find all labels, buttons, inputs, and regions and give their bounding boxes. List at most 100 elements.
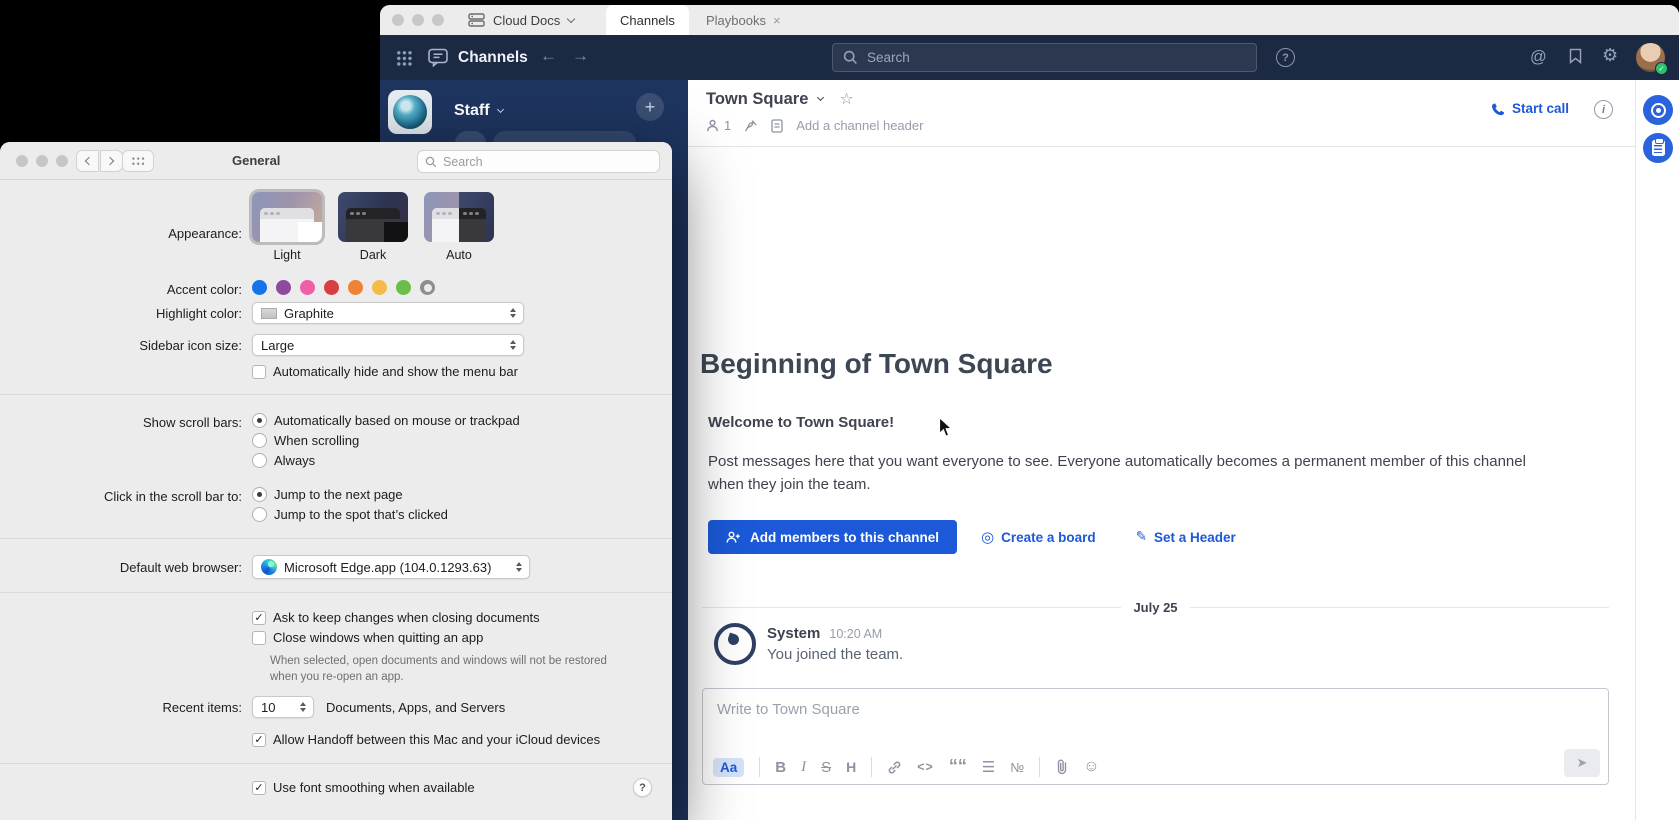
global-search-input[interactable]: Search xyxy=(832,43,1257,72)
emoji-icon[interactable]: ☺ xyxy=(1083,758,1099,776)
accent-pink-swatch[interactable] xyxy=(300,280,315,295)
team-icon[interactable] xyxy=(388,90,432,134)
sidebar-icon-size-select[interactable]: Large xyxy=(252,334,524,356)
mentions-icon[interactable]: @ xyxy=(1530,48,1547,67)
product-name: Channels xyxy=(458,49,528,67)
quote-icon[interactable]: ““ xyxy=(949,761,967,773)
saved-posts-icon[interactable] xyxy=(1569,48,1582,64)
code-icon[interactable]: <> xyxy=(917,760,934,774)
attachment-icon[interactable] xyxy=(1055,759,1068,775)
channel-name[interactable]: Town Square xyxy=(706,90,808,109)
playbooks-app-icon[interactable] xyxy=(1643,133,1673,163)
channel-files-icon[interactable] xyxy=(771,119,783,133)
show-all-button[interactable] xyxy=(122,150,154,172)
heading-icon[interactable]: H xyxy=(846,759,856,775)
boards-app-icon[interactable] xyxy=(1643,95,1673,125)
set-header-button[interactable]: ✎ Set a Header xyxy=(1136,529,1236,545)
post-author[interactable]: System xyxy=(767,625,820,642)
chevron-down-icon[interactable] xyxy=(817,94,824,101)
numbered-list-icon[interactable]: № xyxy=(1010,760,1024,775)
font-smoothing-checkbox[interactable] xyxy=(252,781,266,795)
back-button[interactable] xyxy=(76,150,99,172)
recent-items-value: 10 xyxy=(261,700,275,715)
target-icon xyxy=(1651,103,1666,118)
back-icon[interactable]: ← xyxy=(540,46,557,66)
close-tab-icon[interactable]: × xyxy=(773,13,781,28)
help-icon[interactable]: ? xyxy=(1276,48,1295,67)
scroll-always-radio[interactable] xyxy=(252,453,267,468)
forward-icon[interactable]: → xyxy=(572,46,589,66)
search-placeholder: Search xyxy=(443,155,483,169)
message-composer[interactable]: Write to Town Square Aa B I S H <> ““ ☰ … xyxy=(702,688,1609,785)
app-bar xyxy=(1635,80,1679,820)
appearance-light-option[interactable] xyxy=(252,192,322,242)
link-icon[interactable] xyxy=(887,760,902,775)
user-avatar[interactable]: ✓ xyxy=(1636,43,1665,72)
appearance-dark-option[interactable] xyxy=(338,192,408,242)
traffic-light-minimize[interactable] xyxy=(36,155,48,167)
server-dropdown[interactable]: Cloud Docs xyxy=(468,5,574,35)
accent-purple-swatch[interactable] xyxy=(276,280,291,295)
jump-next-page-radio[interactable] xyxy=(252,487,267,502)
traffic-light-minimize[interactable] xyxy=(412,14,424,26)
appearance-auto-option[interactable] xyxy=(424,192,494,242)
system-avatar xyxy=(714,623,756,665)
help-button[interactable]: ? xyxy=(633,778,652,797)
apps-grid-icon[interactable] xyxy=(396,50,412,66)
team-menu[interactable]: Staff xyxy=(454,102,503,120)
ask-keep-changes-checkbox[interactable] xyxy=(252,611,266,625)
traffic-light-zoom[interactable] xyxy=(56,155,68,167)
scroll-when-scrolling-radio[interactable] xyxy=(252,433,267,448)
system-preferences-window: General Search Appearance: Light Dark Au… xyxy=(0,142,672,820)
strikethrough-icon[interactable]: S xyxy=(821,759,831,776)
chevron-down-icon xyxy=(497,106,504,113)
auto-hide-menubar-checkbox[interactable] xyxy=(252,365,266,379)
show-formatting-icon[interactable]: Aa xyxy=(713,758,744,777)
accent-red-swatch[interactable] xyxy=(324,280,339,295)
accent-color-label: Accent color: xyxy=(0,282,246,297)
bulleted-list-icon[interactable]: ☰ xyxy=(982,758,995,776)
channel-intro-title: Beginning of Town Square xyxy=(700,348,1053,380)
start-call-button[interactable]: Start call xyxy=(1491,101,1569,116)
bold-icon[interactable]: B xyxy=(775,759,786,776)
member-count[interactable]: 1 xyxy=(706,118,731,133)
forward-button[interactable] xyxy=(100,150,123,172)
allow-handoff-checkbox[interactable] xyxy=(252,733,266,747)
default-browser-select[interactable]: Microsoft Edge.app (104.0.1293.63) xyxy=(252,555,530,579)
auto-hide-menubar-row: Automatically hide and show the menu bar xyxy=(252,364,518,379)
traffic-light-close[interactable] xyxy=(16,155,28,167)
composer-placeholder[interactable]: Write to Town Square xyxy=(717,701,860,718)
close-windows-row: Close windows when quitting an app xyxy=(252,630,483,645)
traffic-light-close[interactable] xyxy=(392,14,404,26)
add-channel-header-button[interactable]: Add a channel header xyxy=(796,118,923,133)
add-channel-button[interactable]: + xyxy=(636,93,664,121)
phone-icon xyxy=(1491,102,1505,116)
scroll-auto-radio[interactable] xyxy=(252,413,267,428)
restore-note: When selected, open documents and window… xyxy=(270,653,626,685)
jump-to-spot-radio[interactable] xyxy=(252,507,267,522)
accent-yellow-swatch[interactable] xyxy=(372,280,387,295)
create-board-button[interactable]: ◎ Create a board xyxy=(981,528,1096,546)
accent-blue-swatch[interactable] xyxy=(252,280,267,295)
close-windows-checkbox[interactable] xyxy=(252,631,266,645)
favorite-star-icon[interactable]: ☆ xyxy=(839,89,853,109)
highlight-color-select[interactable]: Graphite xyxy=(252,302,524,324)
accent-orange-swatch[interactable] xyxy=(348,280,363,295)
date-label[interactable]: July 25 xyxy=(1121,600,1189,615)
product-switcher[interactable]: Channels xyxy=(428,35,528,80)
tab-playbooks[interactable]: Playbooks × xyxy=(692,5,795,35)
channel-info-icon[interactable]: i xyxy=(1594,100,1613,119)
settings-gear-icon[interactable]: ⚙ xyxy=(1602,45,1618,66)
italic-icon[interactable]: I xyxy=(801,759,806,776)
prefs-search-input[interactable]: Search xyxy=(417,150,660,173)
tab-channels[interactable]: Channels xyxy=(606,5,689,35)
pinned-posts-icon[interactable] xyxy=(744,119,758,133)
send-button[interactable]: ➤ xyxy=(1564,749,1600,777)
accent-green-swatch[interactable] xyxy=(396,280,411,295)
add-members-button[interactable]: Add members to this channel xyxy=(708,520,957,554)
traffic-light-zoom[interactable] xyxy=(432,14,444,26)
recent-items-select[interactable]: 10 xyxy=(252,696,314,718)
prefs-titlebar: General Search xyxy=(0,142,672,180)
show-scroll-bars-label: Show scroll bars: xyxy=(0,415,246,430)
accent-graphite-swatch[interactable] xyxy=(420,280,435,295)
